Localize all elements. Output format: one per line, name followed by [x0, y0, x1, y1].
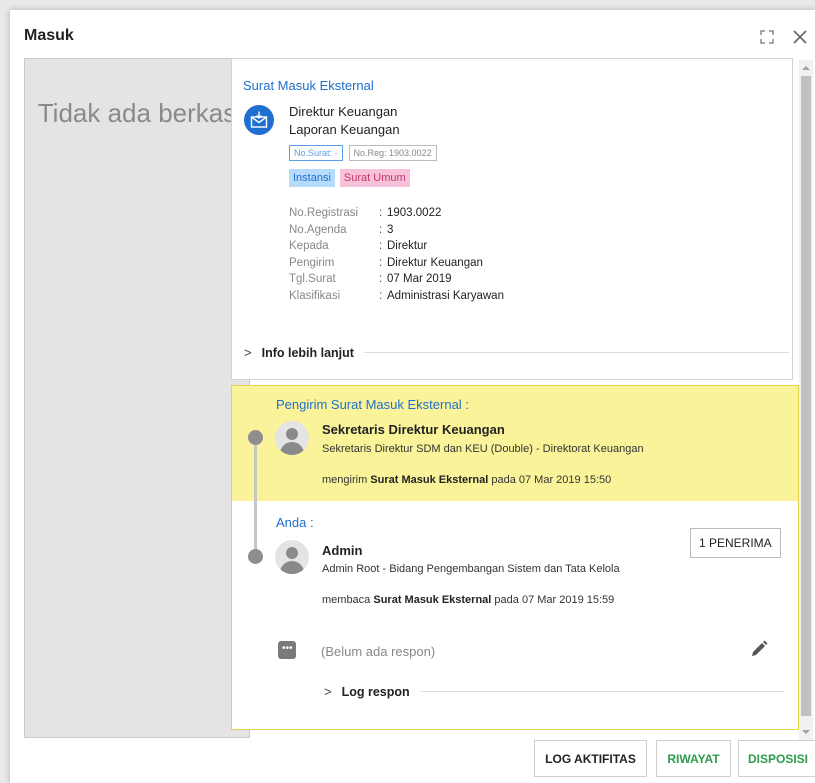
- label-instansi: Instansi: [289, 169, 335, 187]
- vertical-scrollbar[interactable]: [799, 60, 813, 740]
- detail-value: 3: [387, 223, 394, 236]
- comment-icon: •••: [278, 641, 296, 659]
- sender-person-unit: Sekretaris Direktur SDM dan KEU (Double)…: [322, 443, 644, 455]
- reader-person-unit: Admin Root - Bidang Pengembangan Sistem …: [322, 563, 620, 575]
- timeline-dot: [248, 549, 263, 564]
- avatar: [275, 421, 309, 455]
- detail-row-date: Tgl.Surat:07 Mar 2019: [289, 271, 504, 288]
- detail-row-sender: Pengirim: Direktur Keuangan: [289, 255, 504, 272]
- reader-action-text: membaca Surat Masuk Eksternal pada 07 Ma…: [322, 594, 615, 606]
- log-reply-toggle[interactable]: > Log respon: [324, 684, 784, 699]
- detail-value: Direktur Keuangan: [387, 256, 483, 269]
- letter-number-tag: No.Surat: -: [289, 145, 343, 161]
- letter-details: No.Registrasi:1903.0022 No.Agenda:3 Kepa…: [289, 205, 504, 304]
- more-info-toggle[interactable]: > Info lebih lanjut: [244, 345, 789, 360]
- close-icon[interactable]: [793, 30, 807, 44]
- timeline-line: [254, 436, 257, 561]
- no-file-text: Tidak ada berkas: [37, 98, 237, 128]
- sender-section-label: Pengirim Surat Masuk Eksternal :: [276, 397, 469, 412]
- detail-row-recipient: Kepada: Direktur: [289, 238, 504, 255]
- recipients-button[interactable]: 1 PENERIMA: [690, 528, 781, 558]
- history-button[interactable]: RIWAYAT: [656, 740, 731, 777]
- detail-separator: :: [379, 223, 383, 236]
- detail-row-classification: Klasifikasi: Administrasi Karyawan: [289, 288, 504, 305]
- file-viewer: Tidak ada berkas: [24, 58, 250, 738]
- detail-value: Administrasi Karyawan: [387, 289, 504, 302]
- detail-separator: :: [379, 273, 383, 286]
- detail-key: No.Registrasi: [289, 207, 359, 220]
- scrollbar-thumb[interactable]: [801, 76, 811, 716]
- label-surat-umum: Surat Umum: [339, 169, 410, 187]
- avatar: [275, 540, 309, 574]
- no-reply-text: (Belum ada respon): [321, 644, 436, 659]
- more-info-label: Info lebih lanjut: [261, 345, 354, 360]
- detail-key: Tgl.Surat: [289, 273, 336, 286]
- reader-section-label: Anda :: [276, 515, 314, 530]
- detail-value: Direktur: [387, 240, 428, 253]
- detail-separator: :: [379, 256, 383, 269]
- pencil-icon[interactable]: [750, 640, 768, 658]
- detail-value: 1903.0022: [387, 207, 442, 220]
- detail-panel: Surat Masuk Eksternal Direktur Keuangan …: [231, 58, 805, 738]
- detail-key: Kepada: [289, 240, 329, 253]
- detail-key: Klasifikasi: [289, 289, 341, 302]
- disposition-button[interactable]: DISPOSISI: [738, 740, 815, 777]
- detail-separator: :: [379, 207, 383, 220]
- chevron-right-icon: >: [324, 684, 332, 699]
- detail-key: Pengirim: [289, 256, 335, 269]
- dialog-title: Masuk: [24, 27, 74, 44]
- detail-key: No.Agenda: [289, 223, 347, 236]
- letter-sender: Direktur Keuangan: [289, 104, 398, 119]
- reader-person-name: Admin: [322, 543, 363, 558]
- fullscreen-icon[interactable]: [760, 30, 774, 44]
- detail-value: 07 Mar 2019: [387, 273, 452, 286]
- letter-type-title: Surat Masuk Eksternal: [243, 78, 374, 93]
- divider: [363, 352, 789, 353]
- divider: [419, 691, 784, 692]
- incoming-letter-dialog: Masuk Tidak ada berkas Surat Masuk Ekste…: [10, 10, 815, 783]
- detail-row-agenda: No.Agenda:3: [289, 222, 504, 239]
- timeline-dot: [248, 430, 263, 445]
- scroll-down-icon[interactable]: [802, 728, 810, 736]
- detail-row-registration: No.Registrasi:1903.0022: [289, 205, 504, 222]
- letter-card: Surat Masuk Eksternal Direktur Keuangan …: [231, 58, 793, 380]
- sender-entry: Pengirim Surat Masuk Eksternal : Sekreta…: [232, 386, 798, 501]
- log-reply-label: Log respon: [341, 684, 410, 699]
- detail-separator: :: [379, 240, 383, 253]
- letter-labels: Instansi Surat Umum: [289, 169, 410, 187]
- reader-entry: Anda : Admin Admin Root - Bidang Pengemb…: [232, 501, 798, 729]
- mail-download-icon: [244, 105, 274, 135]
- sender-person-name: Sekretaris Direktur Keuangan: [322, 422, 505, 437]
- registration-number-tag: No.Reg: 1903.0022: [348, 145, 437, 161]
- chevron-right-icon: >: [244, 345, 252, 360]
- activity-log-button[interactable]: LOG AKTIFITAS: [534, 740, 647, 777]
- activity-log: Pengirim Surat Masuk Eksternal : Sekreta…: [231, 385, 799, 730]
- sender-action-text: mengirim Surat Masuk Eksternal pada 07 M…: [322, 474, 612, 486]
- letter-number-tags: No.Surat: - No.Reg: 1903.0022: [289, 145, 437, 161]
- letter-subject: Laporan Keuangan: [289, 122, 400, 137]
- detail-separator: :: [379, 289, 383, 302]
- scroll-up-icon[interactable]: [802, 64, 810, 72]
